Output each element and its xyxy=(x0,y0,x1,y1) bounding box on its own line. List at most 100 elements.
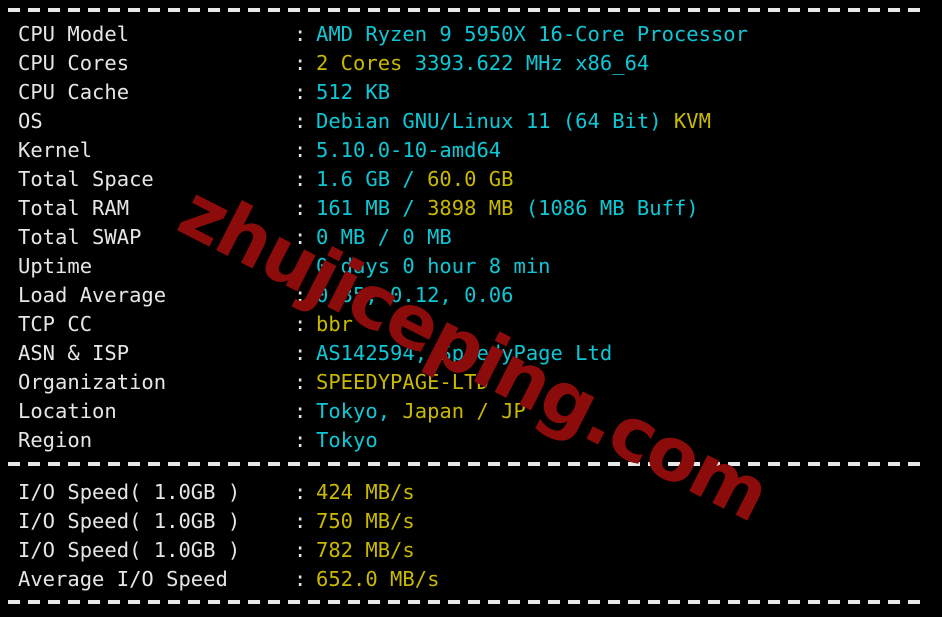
row-label: Location xyxy=(18,399,117,423)
info-row: Total Space:1.6 GB / 60.0 GB xyxy=(0,165,942,194)
value-segment: AS142594, SpeedyPage Ltd xyxy=(316,341,613,365)
system-info-section: CPU Model: AMD Ryzen 9 5950X 16-Core Proc… xyxy=(0,20,942,455)
row-value: 0 MB / 0 MB xyxy=(316,223,452,252)
info-row: CPU Cache:512 KB xyxy=(0,78,942,107)
info-row: CPU Model: AMD Ryzen 9 5950X 16-Core Proc… xyxy=(0,20,942,49)
value-segment: bbr xyxy=(316,312,354,336)
value-segment: 60.0 GB xyxy=(427,167,514,191)
row-value: Tokyo, Japan / JP xyxy=(316,397,526,426)
value-segment: 2 Cores xyxy=(316,51,415,75)
separator-top xyxy=(8,8,926,12)
row-label: CPU Cores xyxy=(18,51,130,75)
info-row: ASN & ISP: AS142594, SpeedyPage Ltd xyxy=(0,339,942,368)
row-value: SPEEDYPAGE-LTD xyxy=(316,368,489,397)
row-label: Region xyxy=(18,428,93,452)
row-colon: : xyxy=(294,341,307,365)
info-row: TCP CC: bbr xyxy=(0,310,942,339)
row-label: ASN & ISP xyxy=(18,341,130,365)
row-colon: : xyxy=(294,283,307,307)
row-label: CPU Cache xyxy=(18,80,130,104)
info-row: Total RAM:161 MB / 3898 MB (1086 MB Buff… xyxy=(0,194,942,223)
row-value: 652.0 MB/s xyxy=(316,565,439,594)
value-segment: 0.35, 0.12, 0.06 xyxy=(316,283,514,307)
value-segment: 5.10.0-10-amd64 xyxy=(316,138,502,162)
info-row: Location: Tokyo, Japan / JP xyxy=(0,397,942,426)
row-label: I/O Speed( 1.0GB ) xyxy=(18,480,241,504)
row-colon: : xyxy=(294,51,307,75)
row-colon: : xyxy=(294,80,307,104)
value-segment: Tokyo, xyxy=(316,399,403,423)
info-row: Load Average:0.35, 0.12, 0.06 xyxy=(0,281,942,310)
row-value: 161 MB / 3898 MB (1086 MB Buff) xyxy=(316,194,699,223)
value-segment: AMD Ryzen 9 5950X 16-Core Processor xyxy=(316,22,748,46)
row-colon: : xyxy=(294,509,307,533)
row-value: 0 days 0 hour 8 min xyxy=(316,252,551,281)
value-segment: 1.6 GB xyxy=(316,167,403,191)
row-value: AMD Ryzen 9 5950X 16-Core Processor xyxy=(316,20,748,49)
row-colon: : xyxy=(294,538,307,562)
row-colon: : xyxy=(294,254,307,278)
row-value: 782 MB/s xyxy=(316,536,415,565)
io-benchmark-section: I/O Speed( 1.0GB ):424 MB/s I/O Speed( 1.… xyxy=(0,478,942,594)
value-segment: (1086 MB Buff) xyxy=(525,196,699,220)
row-label: Organization xyxy=(18,370,167,394)
row-value: 512 KB xyxy=(316,78,390,107)
info-row: Organization: SPEEDYPAGE-LTD xyxy=(0,368,942,397)
value-segment: 512 KB xyxy=(316,80,391,104)
value-segment: 424 MB/s xyxy=(316,480,415,504)
row-colon: : xyxy=(294,567,307,591)
info-row: Total SWAP:0 MB / 0 MB xyxy=(0,223,942,252)
info-row: OS: Debian GNU/Linux 11 (64 Bit) KVM xyxy=(0,107,942,136)
info-row: CPU Cores:2 Cores 3393.622 MHz x86_64 xyxy=(0,49,942,78)
info-row: Average I/O Speed:652.0 MB/s xyxy=(0,565,942,594)
row-value: Tokyo xyxy=(316,426,378,455)
value-segment: 0 days 0 hour 8 min xyxy=(316,254,551,278)
info-row: Region: Tokyo xyxy=(0,426,942,455)
row-colon: : xyxy=(294,480,307,504)
separator-bottom xyxy=(8,600,926,604)
info-row: I/O Speed( 1.0GB ):782 MB/s xyxy=(0,536,942,565)
row-colon: : xyxy=(294,109,307,133)
terminal-window: CPU Model: AMD Ryzen 9 5950X 16-Core Proc… xyxy=(0,0,942,617)
row-colon: : xyxy=(294,399,307,423)
row-colon: : xyxy=(294,428,307,452)
row-label: TCP CC xyxy=(18,312,93,336)
row-label: Total Space xyxy=(18,167,154,191)
info-row: Kernel:5.10.0-10-amd64 xyxy=(0,136,942,165)
row-colon: : xyxy=(294,167,307,191)
row-value: 1.6 GB / 60.0 GB xyxy=(316,165,514,194)
value-segment: 782 MB/s xyxy=(316,538,415,562)
row-colon: : xyxy=(294,196,307,220)
row-value: 0.35, 0.12, 0.06 xyxy=(316,281,513,310)
row-label: Total SWAP xyxy=(18,225,142,249)
value-segment: 652.0 MB/s xyxy=(316,567,440,591)
value-segment: 3393.622 MHz x86_64 xyxy=(414,51,650,75)
value-segment: 3898 MB xyxy=(427,196,526,220)
row-label: I/O Speed( 1.0GB ) xyxy=(18,538,241,562)
row-label: CPU Model xyxy=(18,22,130,46)
row-label: OS xyxy=(18,109,43,133)
value-segment: KVM xyxy=(673,109,711,133)
value-segment: Tokyo xyxy=(316,428,378,452)
row-label: Uptime xyxy=(18,254,93,278)
info-row: I/O Speed( 1.0GB ):424 MB/s xyxy=(0,478,942,507)
row-colon: : xyxy=(294,312,307,336)
row-label: Average I/O Speed xyxy=(18,567,228,591)
row-label: I/O Speed( 1.0GB ) xyxy=(18,509,241,533)
separator-middle xyxy=(8,462,926,466)
row-colon: : xyxy=(294,370,307,394)
row-value: AS142594, SpeedyPage Ltd xyxy=(316,339,612,368)
row-value: 2 Cores 3393.622 MHz x86_64 xyxy=(316,49,649,78)
row-label: Load Average xyxy=(18,283,167,307)
row-colon: : xyxy=(294,22,307,46)
value-segment: 0 MB / 0 MB xyxy=(316,225,452,249)
row-value: 750 MB/s xyxy=(316,507,415,536)
row-value: 424 MB/s xyxy=(316,478,415,507)
row-colon: : xyxy=(294,138,307,162)
value-segment: 750 MB/s xyxy=(316,509,415,533)
value-segment: Japan / JP xyxy=(402,399,526,423)
info-row: I/O Speed( 1.0GB ):750 MB/s xyxy=(0,507,942,536)
row-label: Total RAM xyxy=(18,196,130,220)
info-row: Uptime:0 days 0 hour 8 min xyxy=(0,252,942,281)
row-value: bbr xyxy=(316,310,353,339)
